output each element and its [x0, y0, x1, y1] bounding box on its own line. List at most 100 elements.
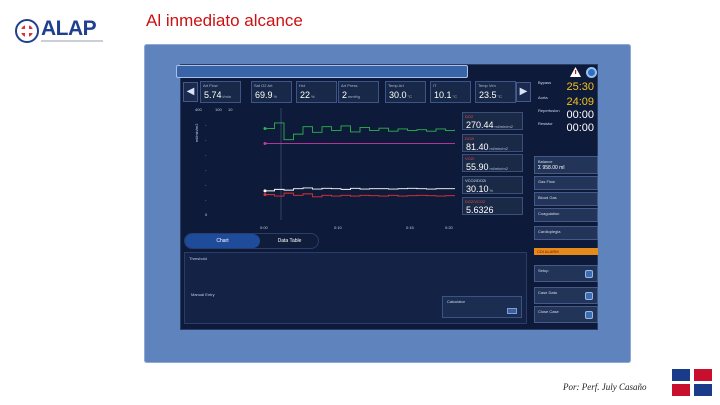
author-credit: Por: Perf. July Casaño [563, 382, 647, 392]
y-tick-label: 10 [228, 107, 233, 112]
card-unit: ml/min/m2 [494, 124, 513, 129]
alarm-banner: CDI ALARM [534, 248, 598, 255]
param-value-number: 2 [342, 90, 348, 100]
side-item-balance[interactable]: Balance Σ 958.00 ml [534, 156, 598, 174]
side-item-cardioplegia[interactable]: Cardioplegia [534, 226, 598, 240]
card-unit: ml/min/m2 [489, 166, 508, 171]
side-item-label: Coagulation [538, 211, 560, 216]
action-close-case-button[interactable]: Close Case [534, 306, 598, 323]
card-value-number: 5.6326 [466, 205, 494, 215]
tab-chart[interactable]: Chart [185, 234, 260, 248]
param-label: Hct [299, 83, 305, 88]
param-4[interactable]: Temp Art 30.0°C [385, 81, 426, 103]
scroll-right-button[interactable]: ▶ [516, 82, 531, 102]
side-item-label: Gas Flow [538, 179, 555, 184]
timer-label: Bypass [538, 80, 552, 85]
side-item-coagulation[interactable]: Coagulation [534, 208, 598, 222]
series-marker-2 [263, 189, 267, 193]
param-unit: % [273, 94, 278, 99]
action-label: Close Case [538, 309, 559, 314]
action-case-data-button[interactable]: Case Data [534, 287, 598, 304]
side-item-label: Blood Gas [538, 195, 557, 200]
x-tick-label: 0:15 [406, 225, 414, 230]
series-marker-0 [263, 127, 267, 131]
param-label: Temp Ven [478, 83, 496, 88]
card-unit: % [489, 188, 494, 193]
param-value: 22% [300, 90, 315, 100]
alarm-triangle-icon[interactable] [570, 67, 581, 77]
param-label: Sat O2 Art [254, 83, 273, 88]
side-item-gas-flow[interactable]: Gas Flow [534, 176, 598, 190]
param-value-number: 10.1 [434, 90, 452, 100]
param-unit: °C [497, 94, 503, 99]
param-unit: °C [407, 94, 413, 99]
series-marker-3 [263, 193, 267, 197]
param-1[interactable]: Sat O2 Art 69.9% [251, 81, 292, 103]
card-value: 81.40ml/min/m2 [466, 142, 508, 152]
series-marker-1 [263, 141, 267, 145]
notes-title: Threshold [189, 256, 207, 261]
y-tick-label: 0 [205, 212, 208, 217]
y-tick-label: - [205, 197, 207, 202]
param-3[interactable]: Art Press 2mmHg [338, 81, 379, 103]
scroll-left-button[interactable]: ◀ [183, 82, 198, 102]
param-label: IT [433, 83, 437, 88]
x-tick-label: 0:10 [334, 225, 342, 230]
alap-logo: ALAP [14, 16, 103, 46]
series-line-0 [265, 122, 455, 141]
param-6[interactable]: Temp Ven 23.5°C [475, 81, 516, 103]
param-value-number: 22 [300, 90, 311, 100]
y-tick-label: - [205, 137, 207, 142]
param-value-number: 69.9 [255, 90, 273, 100]
param-0[interactable]: Art Flow 5.74l/min [200, 81, 241, 103]
calculator-label: Calculator [447, 299, 466, 304]
card-value-number: 30.10 [466, 184, 489, 194]
side-item-value: Σ 958.00 ml [538, 165, 565, 171]
value-card-1[interactable]: DO2i 81.40ml/min/m2 [462, 134, 523, 152]
calculator-ok-button[interactable] [507, 308, 517, 314]
param-value: 10.1°C [434, 90, 457, 100]
logo-underline [41, 40, 103, 42]
card-label: VCO2/DO2i [465, 178, 487, 183]
card-value-number: 81.40 [466, 142, 489, 152]
x-tick-label: 0:20 [445, 225, 453, 230]
action-icon [585, 292, 593, 300]
tab-data-table[interactable]: Data Table [262, 234, 317, 248]
value-card-2[interactable]: VO2i 55.90ml/min/m2 [462, 154, 523, 172]
action-label: Setup [538, 268, 549, 273]
timer-3[interactable]: Resistor 00:00 [536, 121, 596, 138]
action-setup-button[interactable]: Setup [534, 265, 598, 282]
card-label: DO2i [465, 136, 475, 141]
timer-value: 25:30 [566, 81, 594, 93]
calculator-panel[interactable]: Calculator [442, 296, 522, 318]
notes-body: Manual Entry [191, 292, 215, 297]
value-card-0[interactable]: DO2 270.44ml/min/m2 [462, 112, 523, 130]
card-value: 55.90ml/min/m2 [466, 162, 508, 172]
param-value: 69.9% [255, 90, 277, 100]
action-icon [585, 311, 593, 319]
status-bar [176, 65, 468, 78]
dominican-flag-icon [672, 369, 712, 396]
card-value: 270.44ml/min/m2 [466, 120, 513, 130]
card-label: DO2 [465, 114, 474, 119]
param-value-number: 30.0 [389, 90, 407, 100]
param-label: Temp Art [388, 83, 404, 88]
param-value: 5.74l/min [204, 90, 231, 100]
card-value: 30.10% [466, 184, 493, 194]
card-value: 5.6326 [466, 205, 495, 215]
param-5[interactable]: IT 10.1°C [430, 81, 471, 103]
param-value: 23.5°C [479, 90, 502, 100]
value-card-3[interactable]: VCO2/DO2i 30.10% [462, 176, 523, 194]
side-item-blood-gas[interactable]: Blood Gas [534, 192, 598, 206]
value-card-4[interactable]: DO2/VCO2 5.6326 [462, 197, 523, 215]
param-unit: °C [452, 94, 458, 99]
settings-icon[interactable] [586, 67, 597, 78]
y-tick-label: 100 [215, 107, 222, 112]
param-value-number: 5.74 [204, 90, 222, 100]
param-unit: l/min [222, 94, 231, 99]
trend-chart-plot [263, 108, 455, 220]
y-tick-label: - [205, 167, 207, 172]
card-label: VO2i [465, 156, 474, 161]
timer-label: Resistor [538, 121, 553, 126]
param-2[interactable]: Hct 22% [296, 81, 337, 103]
